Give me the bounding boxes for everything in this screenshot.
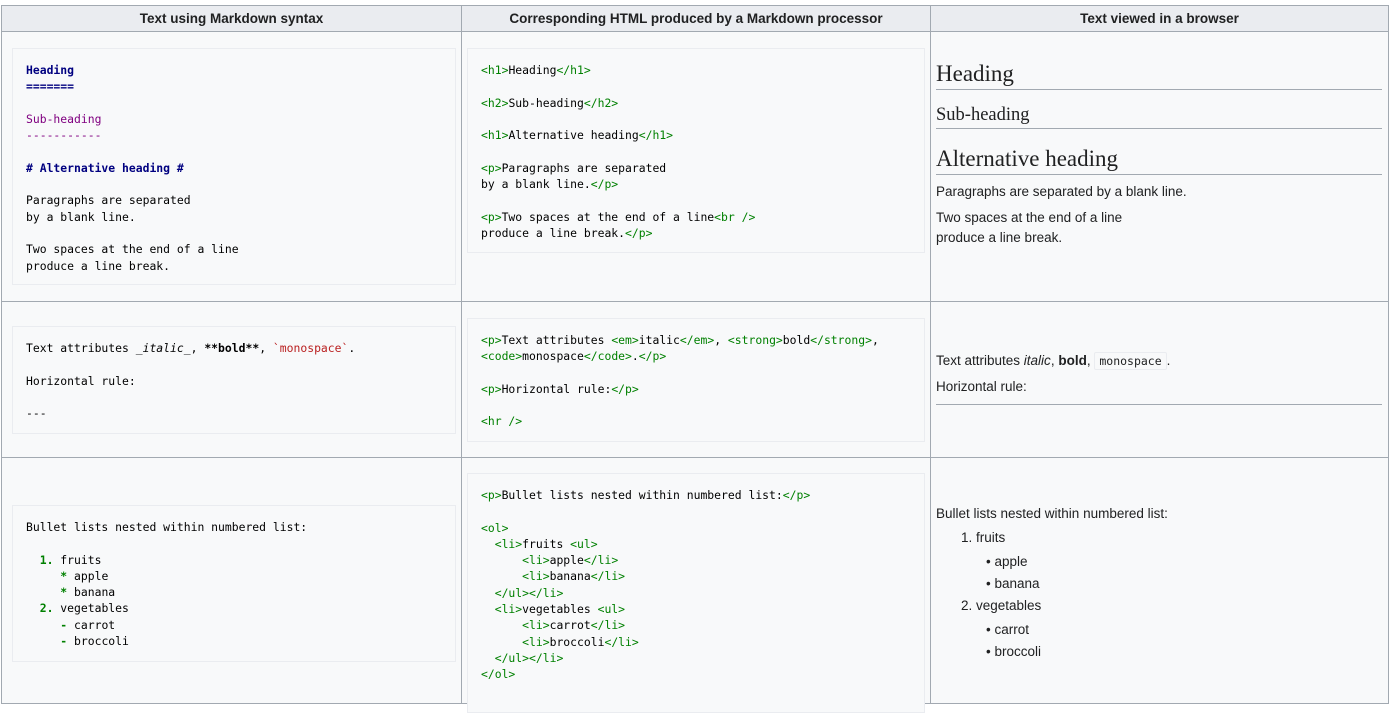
html-h2-line: <h2>Sub-heading</h2>	[481, 95, 619, 110]
md-para2-line2: produce a line break.	[26, 258, 171, 273]
header-row: Text using Markdown syntax Corresponding…	[1, 5, 1389, 32]
html-code-block: <p>Bullet lists nested within numbered l…	[467, 473, 925, 713]
rendered-sublist-item: • broccoli	[986, 644, 1042, 659]
html-ol-open: <ol>	[481, 520, 509, 535]
md-list-item-1: 1. fruits	[39, 552, 102, 567]
md-hr: ---	[26, 406, 47, 421]
md-para1-line1: Paragraphs are separated	[26, 193, 191, 208]
md-hr-label: Horizontal rule:	[26, 373, 136, 388]
html-code-block: <h1>Heading</h1> <h2>Sub-heading</h2> <h…	[467, 48, 925, 253]
html-code-block: <p>Text attributes <em>italic</em>, <str…	[467, 318, 925, 442]
html-cell: <p>Bullet lists nested within numbered l…	[461, 457, 931, 713]
html-li-apple: <li>apple</li>	[522, 553, 619, 568]
rendered-list-item-1: 1. fruits	[961, 530, 1006, 545]
html-h1-line: <h1>Heading</h1>	[481, 63, 591, 77]
rendered-heading: Heading	[936, 59, 1382, 90]
md-subheading-underline: -----------	[26, 128, 102, 143]
markdown-code-block: Heading ======= Sub-heading ----------- …	[12, 48, 456, 285]
rendered-paragraph-2-line2: produce a line break.	[936, 230, 1063, 245]
browser-preview: Text attributes italic, bold, monospace.…	[936, 351, 1382, 405]
html-cell: <p>Text attributes <em>italic</em>, <str…	[461, 301, 931, 458]
html-list-intro: <p>Bullet lists nested within numbered l…	[481, 488, 811, 502]
rendered-paragraph-2-line1: Two spaces at the end of a line	[936, 210, 1123, 225]
rendered-horizontal-rule	[936, 404, 1382, 405]
html-hr-tag: <hr />	[481, 414, 523, 429]
html-p2-line1: <p>Two spaces at the end of a line<br />	[481, 209, 756, 224]
md-sublist-item-banana: * banana	[60, 585, 116, 600]
md-text-attributes: Text attributes _italic_, **bold**, `mon…	[26, 341, 356, 355]
md-sublist-item-carrot: - carrot	[60, 617, 116, 632]
html-p2-line2: produce a line break.</p>	[481, 225, 653, 240]
html-text-attributes-line1: <p>Text attributes <em>italic</em>, <str…	[481, 333, 879, 347]
html-li-broccoli: <li>broccoli</li>	[522, 634, 639, 649]
md-para2-line1: Two spaces at the end of a line	[26, 242, 239, 257]
html-li-fruits: <li>fruits <ul>	[494, 536, 598, 551]
rendered-alt-heading: Alternative heading	[936, 144, 1382, 175]
table-row: Bullet lists nested within numbered list…	[1, 457, 1389, 713]
rendered-hr-label: Horizontal rule:	[936, 379, 1027, 394]
header-markdown-syntax: Text using Markdown syntax	[1, 5, 462, 32]
html-li-banana: <li>banana</li>	[522, 569, 626, 584]
rendered-subheading: Sub-heading	[936, 103, 1382, 129]
md-list-item-2: 2. vegetables	[39, 601, 129, 616]
table-row: Heading ======= Sub-heading ----------- …	[1, 31, 1389, 302]
html-p1-line1: <p>Paragraphs are separated	[481, 160, 667, 175]
markdown-cell: Heading ======= Sub-heading ----------- …	[1, 31, 462, 302]
header-browser-view: Text viewed in a browser	[930, 5, 1389, 32]
markdown-code-block: Text attributes _italic_, **bold**, `mon…	[12, 326, 456, 434]
html-ol-close: </ol>	[481, 667, 516, 682]
md-para1-line2: by a blank line.	[26, 209, 136, 224]
browser-preview: Heading Sub-heading Alternative heading …	[936, 59, 1382, 248]
html-cell: <h1>Heading</h1> <h2>Sub-heading</h2> <h…	[461, 31, 931, 302]
markdown-cell: Bullet lists nested within numbered list…	[1, 457, 462, 704]
md-list-intro: Bullet lists nested within numbered list…	[26, 520, 308, 534]
html-text-attributes-line2: <code>monospace</code>.</p>	[481, 349, 667, 364]
md-heading-underline: =======	[26, 79, 75, 94]
html-li-vegetables: <li>vegetables <ul>	[494, 602, 626, 617]
html-h1b-line: <h1>Alternative heading</h1>	[481, 128, 674, 143]
md-subheading: Sub-heading	[26, 111, 102, 126]
md-sublist-item-apple: * apple	[60, 568, 109, 583]
html-hr-label: <p>Horizontal rule:</p>	[481, 381, 639, 396]
rendered-list-intro: Bullet lists nested within numbered list…	[936, 506, 1168, 521]
browser-cell: Text attributes italic, bold, monospace.…	[930, 301, 1389, 458]
browser-cell: Heading Sub-heading Alternative heading …	[930, 31, 1389, 302]
rendered-text-attributes: Text attributes italic, bold, monospace.	[936, 352, 1171, 370]
rendered-sublist-item: • apple	[986, 554, 1028, 569]
browser-cell: Bullet lists nested within numbered list…	[930, 457, 1389, 704]
html-ul-close-1: </ul></li>	[494, 585, 564, 600]
rendered-list-item-2: 2. vegetables	[961, 598, 1042, 613]
html-p1-line2: by a blank line.</p>	[481, 177, 619, 192]
md-alt-heading: # Alternative heading #	[26, 160, 184, 175]
table-row: Text attributes _italic_, **bold**, `mon…	[1, 301, 1389, 458]
markdown-comparison-table: Text using Markdown syntax Corresponding…	[1, 5, 1389, 713]
rendered-sublist-item: • carrot	[986, 622, 1029, 637]
html-ul-close-2: </ul></li>	[494, 650, 564, 665]
rendered-paragraph-1: Paragraphs are separated by a blank line…	[936, 184, 1187, 199]
md-sublist-item-broccoli: - broccoli	[60, 634, 129, 649]
markdown-code-block: Bullet lists nested within numbered list…	[12, 505, 456, 662]
md-heading: Heading	[26, 63, 75, 77]
browser-preview: Bullet lists nested within numbered list…	[936, 504, 1382, 662]
html-li-carrot: <li>carrot</li>	[522, 618, 626, 633]
markdown-cell: Text attributes _italic_, **bold**, `mon…	[1, 301, 462, 458]
rendered-sublist-item: • banana	[986, 576, 1040, 591]
header-html-output: Corresponding HTML produced by a Markdow…	[461, 5, 931, 32]
